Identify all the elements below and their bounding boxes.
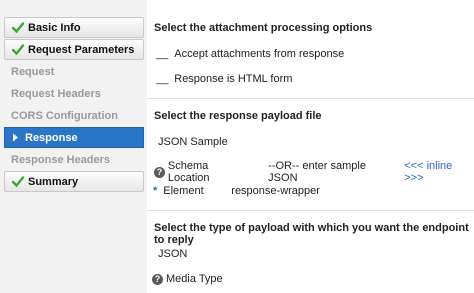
media-type-row: ? Media Type bbox=[152, 273, 223, 285]
accept-attachments-label: Accept attachments from response bbox=[174, 48, 345, 60]
attachments-heading: Select the attachment processing options bbox=[154, 22, 373, 34]
file-type-value[interactable]: JSON Sample bbox=[158, 136, 228, 148]
checkbox-blank[interactable]: __ bbox=[156, 48, 168, 60]
element-value[interactable]: response-wrapper bbox=[231, 185, 320, 197]
accept-attachments-option[interactable]: __ Accept attachments from response bbox=[156, 48, 344, 60]
nav-response[interactable]: Response bbox=[4, 127, 144, 148]
main-panel: Select the attachment processing options… bbox=[147, 0, 474, 293]
element-label: Element bbox=[163, 185, 204, 197]
nav-label: Request Headers bbox=[11, 87, 101, 100]
checkbox-blank[interactable]: __ bbox=[156, 73, 168, 85]
schema-location-row: ? Schema Location --OR-- enter sample JS… bbox=[154, 160, 474, 184]
nav-label: Response Headers bbox=[11, 153, 111, 166]
section-divider bbox=[147, 210, 474, 211]
nav-cors-configuration[interactable]: CORS Configuration bbox=[4, 105, 144, 126]
nav-label: CORS Configuration bbox=[11, 109, 118, 122]
nav-request-headers[interactable]: Request Headers bbox=[4, 83, 144, 104]
arrow-right-icon bbox=[13, 133, 18, 142]
check-icon bbox=[12, 176, 24, 187]
nav-label: Summary bbox=[28, 175, 79, 188]
inline-link[interactable]: <<< inline >>> bbox=[404, 160, 474, 184]
schema-location-label: Schema Location bbox=[167, 160, 210, 184]
nav-label: Response bbox=[25, 131, 78, 144]
or-enter-sample-text: --OR-- enter sample JSON bbox=[268, 160, 366, 184]
media-type-label: Media Type bbox=[166, 273, 223, 285]
check-icon bbox=[12, 44, 24, 55]
check-icon bbox=[12, 22, 24, 33]
payload-file-heading: Select the response payload file bbox=[154, 110, 322, 122]
nav-response-headers[interactable]: Response Headers bbox=[4, 149, 144, 170]
nav-request-parameters[interactable]: Request Parameters bbox=[4, 39, 144, 60]
element-row: * Element response-wrapper bbox=[153, 185, 320, 197]
nav-request[interactable]: Request bbox=[4, 61, 144, 82]
payload-type-heading: Select the type of payload with which yo… bbox=[154, 222, 469, 246]
payload-type-value[interactable]: JSON bbox=[158, 248, 187, 260]
required-mark: * bbox=[153, 185, 158, 197]
nav-label: Request bbox=[11, 65, 55, 78]
nav-label: Request Parameters bbox=[28, 43, 135, 56]
html-form-option[interactable]: __ Response is HTML form bbox=[156, 73, 292, 85]
help-icon[interactable]: ? bbox=[152, 273, 163, 285]
html-form-label: Response is HTML form bbox=[174, 73, 293, 85]
nav-label: Basic Info bbox=[28, 21, 81, 34]
nav-summary[interactable]: Summary bbox=[4, 171, 144, 192]
nav-basic-info[interactable]: Basic Info bbox=[4, 17, 144, 38]
section-divider bbox=[147, 98, 474, 99]
train-stop-navigation: Basic Info Request Parameters Request Re… bbox=[0, 0, 147, 293]
help-icon[interactable]: ? bbox=[154, 166, 165, 178]
